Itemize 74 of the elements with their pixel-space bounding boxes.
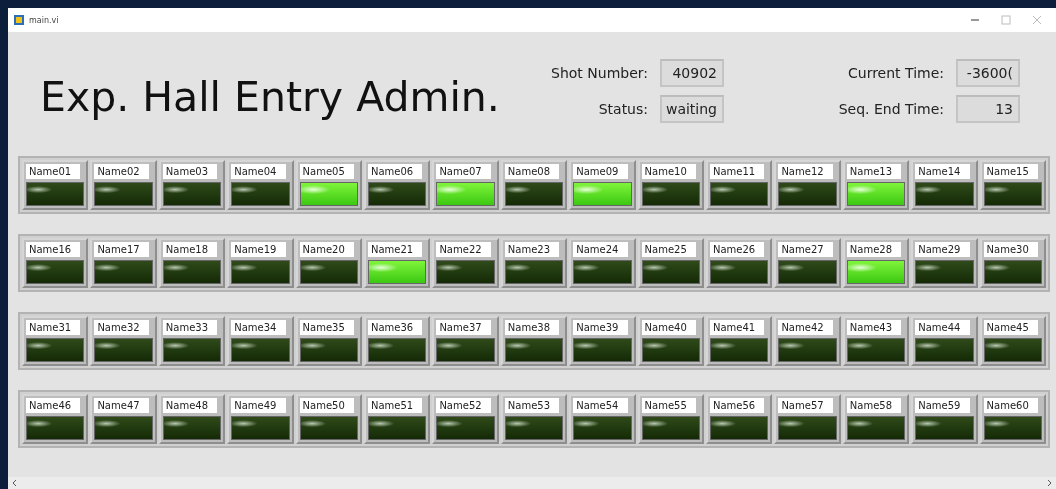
indicator-name: Name17: [94, 242, 149, 257]
indicator-name: Name46: [26, 398, 81, 413]
indicator-name: Name22: [436, 242, 491, 257]
page-heading: Exp. Hall Entry Admin.: [40, 72, 501, 121]
indicator-name: Name13: [846, 164, 902, 179]
indicator-name: Name16: [26, 242, 81, 257]
app-icon: [14, 15, 24, 25]
indicator-name: Name47: [94, 398, 149, 413]
indicator-name: Name58: [846, 398, 902, 413]
indicator-name: Name04: [231, 164, 286, 179]
indicator-name: Name52: [436, 398, 491, 413]
indicator-name: Name56: [710, 398, 765, 413]
indicator-name: Name49: [231, 398, 286, 413]
indicator-name: Name35: [299, 320, 354, 335]
indicator-name: Name12: [778, 164, 833, 179]
indicator-name: Name29: [915, 242, 970, 257]
field-label: Current Time:: [847, 65, 944, 81]
indicator-name: Name39: [573, 320, 628, 335]
indicator-name: Name09: [573, 164, 628, 179]
indicator-name: Name57: [778, 398, 833, 413]
indicator-name: Name37: [436, 320, 491, 335]
indicator-name: Name07: [436, 164, 491, 179]
indicator-name: Name34: [231, 320, 286, 335]
indicator-name: Name32: [94, 320, 149, 335]
indicator-name: Name38: [504, 320, 560, 335]
value-display: 40902: [660, 59, 724, 87]
field-label: Seq. End Time:: [837, 101, 944, 117]
indicator-name: Name28: [846, 242, 902, 257]
indicator-name: Name10: [641, 164, 696, 179]
indicator-name: Name21: [368, 242, 423, 257]
indicator-name: Name18: [162, 242, 218, 257]
indicator-name: Name23: [504, 242, 560, 257]
indicator-name: Name06: [368, 164, 423, 179]
indicator-name: Name41: [710, 320, 765, 335]
indicator-name: Name03: [162, 164, 218, 179]
indicator-name: Name59: [915, 398, 970, 413]
indicator-name: Name36: [368, 320, 423, 335]
field-label: Shot Number:: [550, 65, 648, 81]
indicator-name: Name31: [26, 320, 81, 335]
close-icon[interactable]: [1032, 15, 1042, 25]
indicator-name: Name44: [915, 320, 970, 335]
indicator-name: Name43: [846, 320, 902, 335]
indicator-name: Name24: [573, 242, 628, 257]
value-display: -3600(: [956, 59, 1020, 87]
window-title: main.vi: [29, 15, 60, 25]
indicator-name: Name30: [983, 242, 1038, 257]
indicator-name: Name25: [641, 242, 696, 257]
indicator-name: Name05: [299, 164, 354, 179]
indicator-name: Name54: [573, 398, 628, 413]
value-display: waiting: [660, 95, 724, 123]
indicator-name: Name26: [710, 242, 765, 257]
indicator-name: Name50: [299, 398, 354, 413]
indicator-name: Name53: [504, 398, 560, 413]
indicator-name: Name51: [368, 398, 423, 413]
indicator-name: Name15: [983, 164, 1038, 179]
indicator-name: Name19: [231, 242, 286, 257]
field-label: Status:: [597, 101, 648, 117]
indicator-name: Name40: [641, 320, 696, 335]
indicator-name: Name33: [162, 320, 218, 335]
indicator-name: Name48: [162, 398, 218, 413]
indicator-name: Name55: [641, 398, 696, 413]
indicator-name: Name20: [299, 242, 354, 257]
indicator-name: Name08: [504, 164, 560, 179]
scroll-bar[interactable]: [8, 477, 1056, 489]
indicator-name: Name42: [778, 320, 833, 335]
value-display: 13: [956, 95, 1020, 123]
indicator-name: Name45: [983, 320, 1038, 335]
maximize-icon[interactable]: [1001, 15, 1011, 25]
indicator-name: Name14: [915, 164, 970, 179]
indicator-name: Name60: [983, 398, 1038, 413]
indicator-name: Name02: [94, 164, 149, 179]
indicator-name: Name27: [778, 242, 833, 257]
indicator-name: Name11: [710, 164, 765, 179]
indicator-name: Name01: [26, 164, 81, 179]
